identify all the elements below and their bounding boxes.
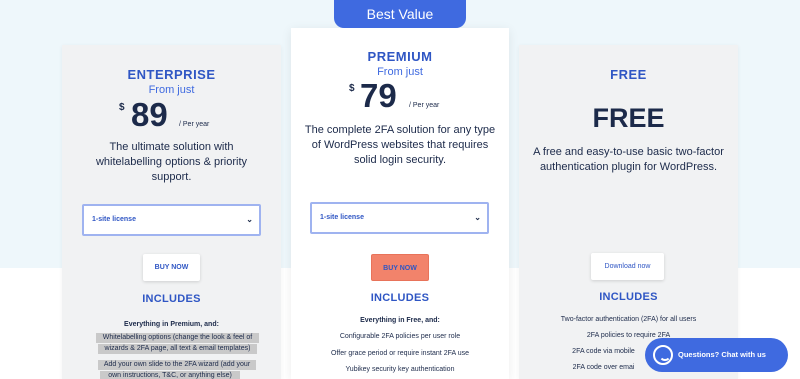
premium-from-label: From just — [377, 66, 423, 78]
free-includes-heading: INCLUDES — [599, 291, 658, 303]
enterprise-from-label: From just — [148, 84, 195, 96]
free-description: A free and easy-to-use basic two-factor … — [533, 146, 724, 173]
free-plan-card: FREE FREE A free and easy-to-use basic t… — [519, 45, 738, 379]
enterprise-feature: wizards & 2FA page, all text & email tem… — [98, 344, 257, 354]
premium-period: / Per year — [409, 102, 440, 109]
enterprise-includes-heading: INCLUDES — [142, 293, 201, 305]
enterprise-license-select[interactable]: 1-site license ⌄ — [82, 204, 261, 236]
enterprise-period: / Per year — [179, 121, 210, 128]
premium-plan-card: PREMIUM From just $ 79 / Per year The co… — [291, 28, 509, 379]
premium-amount: 79 — [360, 77, 397, 114]
premium-feature: Yubikey security key authentication — [345, 366, 455, 373]
enterprise-buy-now-button[interactable]: BUY NOW — [143, 254, 200, 281]
chat-label: Questions? Chat with us — [678, 350, 766, 359]
enterprise-license-value: 1-site license — [92, 216, 136, 223]
chevron-down-icon: ⌄ — [474, 213, 481, 222]
free-price-label: FREE — [592, 103, 665, 133]
free-plan-name: FREE — [610, 67, 647, 82]
premium-buy-now-button[interactable]: BUY NOW — [371, 254, 429, 281]
chat-bubble-icon — [653, 345, 673, 365]
premium-license-value: 1-site license — [320, 214, 364, 221]
enterprise-feature: Everything in Premium, and: — [124, 321, 219, 328]
enterprise-feature: Whitelabelling options (change the look … — [96, 333, 259, 343]
enterprise-feature: own instructions, T&C, or anything else) — [100, 371, 240, 379]
chevron-down-icon: ⌄ — [246, 215, 253, 224]
premium-includes-heading: INCLUDES — [370, 292, 430, 304]
enterprise-currency: $ — [119, 102, 125, 113]
best-value-badge: Best Value — [334, 0, 466, 28]
premium-license-select[interactable]: 1-site license ⌄ — [310, 202, 489, 234]
chat-with-us-button[interactable]: Questions? Chat with us — [645, 338, 788, 372]
download-now-button[interactable]: Download now — [591, 253, 664, 280]
enterprise-price: $ 89 / Per year — [62, 96, 281, 136]
premium-feature: Offer grace period or require instant 2F… — [330, 350, 469, 357]
enterprise-plan-card: ENTERPRISE From just $ 89 / Per year The… — [62, 45, 281, 379]
premium-description: The complete 2FA solution for any type o… — [304, 124, 496, 166]
enterprise-description: The ultimate solution with whitelabellin… — [95, 141, 248, 183]
enterprise-amount: 89 — [131, 96, 168, 133]
premium-feature: Configurable 2FA policies per user role — [339, 333, 461, 340]
premium-price: $ 79 / Per year — [291, 77, 509, 118]
enterprise-plan-name: ENTERPRISE — [127, 67, 216, 82]
premium-feature: Everything in Free, and: — [360, 317, 440, 324]
premium-currency: $ — [349, 83, 355, 94]
premium-plan-name: PREMIUM — [367, 49, 433, 64]
enterprise-feature: Add your own slide to the 2FA wizard (ad… — [98, 360, 256, 370]
free-feature: Two-factor authentication (2FA) for all … — [560, 316, 697, 323]
